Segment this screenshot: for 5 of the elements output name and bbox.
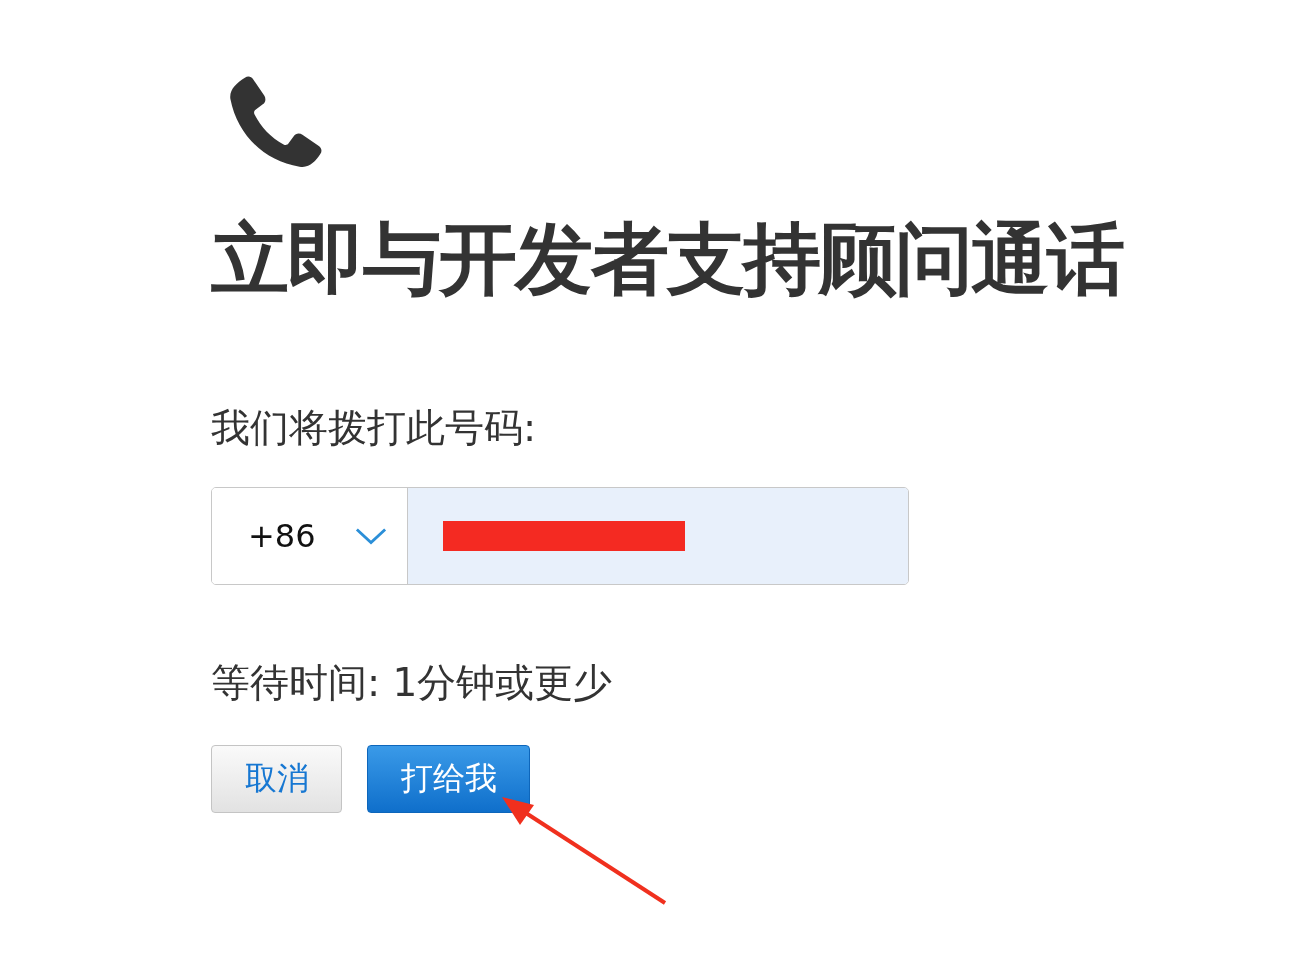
call-me-button[interactable]: 打给我 bbox=[367, 745, 530, 813]
phone-prompt: 我们将拨打此号码: bbox=[211, 408, 538, 447]
cancel-button[interactable]: 取消 bbox=[211, 745, 342, 813]
page-title: 立即与开发者支持顾问通话 bbox=[211, 220, 1125, 298]
wait-time-text: 等待时间: 1分钟或更少 bbox=[211, 663, 614, 702]
